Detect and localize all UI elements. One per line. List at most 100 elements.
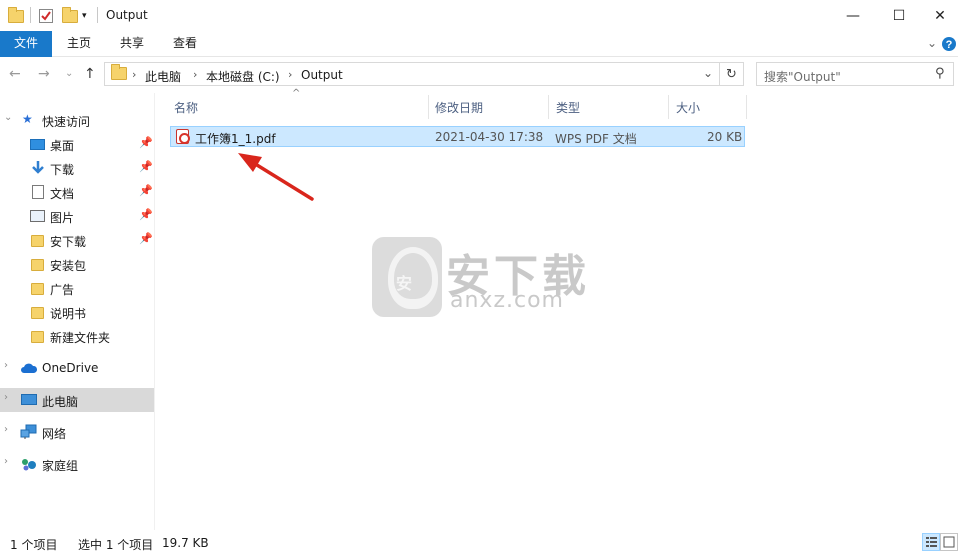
folder-icon <box>31 235 44 247</box>
customize-toolbar-icon[interactable]: ▾ <box>82 6 87 26</box>
nav-item-desktop[interactable]: 桌面 📌 <box>0 132 154 156</box>
search-box[interactable]: 搜索"Output" ⚲ <box>756 62 954 86</box>
breadcrumb-local-disk[interactable]: 本地磁盘 (C:) <box>206 68 280 85</box>
search-input[interactable]: 搜索"Output" <box>764 68 841 85</box>
expand-icon[interactable]: › <box>4 456 8 467</box>
pin-icon[interactable]: 📌 <box>139 232 153 245</box>
folder-icon <box>8 6 24 26</box>
breadcrumb-this-pc[interactable]: 此电脑 <box>145 68 181 85</box>
nav-quick-access[interactable]: ⌄ ★ 快速访问 <box>0 108 154 132</box>
network-icon <box>20 424 37 439</box>
maximize-button[interactable]: ☐ <box>876 0 922 31</box>
pin-icon[interactable]: 📌 <box>139 184 153 197</box>
column-header-name[interactable]: 名称 <box>174 99 198 123</box>
column-header-modified[interactable]: 修改日期 <box>435 99 483 123</box>
expand-icon[interactable]: › <box>4 392 8 403</box>
tab-view[interactable]: 查看 <box>164 31 206 57</box>
folder-icon <box>111 64 127 80</box>
folder-icon <box>31 307 44 319</box>
new-folder-icon[interactable] <box>62 6 78 26</box>
status-item-count: 1 个项目 <box>10 538 58 552</box>
computer-icon <box>21 394 37 405</box>
address-bar[interactable]: › 此电脑 › 本地磁盘 (C:) › Output ⌄ <box>104 62 720 86</box>
expand-icon[interactable]: › <box>4 360 8 371</box>
search-icon[interactable]: ⚲ <box>935 66 945 81</box>
nav-item-downloads[interactable]: 下载 📌 <box>0 156 154 180</box>
recent-locations-button[interactable]: ⌄ <box>65 68 73 79</box>
breadcrumb-separator[interactable]: › <box>288 68 292 81</box>
refresh-button[interactable]: ↻ <box>720 62 744 86</box>
pin-icon[interactable]: 📌 <box>139 136 153 149</box>
column-divider[interactable] <box>668 95 669 119</box>
nav-label: 新建文件夹 <box>50 331 111 345</box>
minimize-button[interactable]: — <box>830 0 876 31</box>
nav-item-pictures[interactable]: 图片 📌 <box>0 204 154 228</box>
close-button[interactable]: ✕ <box>922 0 958 31</box>
nav-label: 广告 <box>50 283 75 297</box>
folder-icon <box>31 331 44 343</box>
tab-file[interactable]: 文件 <box>0 31 52 57</box>
divider <box>97 7 98 23</box>
column-divider[interactable] <box>746 95 747 119</box>
download-icon <box>32 161 44 174</box>
help-icon[interactable]: ? <box>940 31 958 57</box>
column-divider[interactable] <box>548 95 549 119</box>
details-view-button[interactable] <box>922 533 940 551</box>
navigation-pane: ⌄ ★ 快速访问 桌面 📌 下载 📌 文档 📌 图片 📌 安下载 📌 安装包 广… <box>0 93 155 530</box>
nav-item-anxiazai[interactable]: 安下载 📌 <box>0 228 154 252</box>
nav-label: OneDrive <box>42 361 99 375</box>
column-header-size[interactable]: 大小 <box>676 99 700 123</box>
pin-icon[interactable]: 📌 <box>139 208 153 221</box>
nav-label: 说明书 <box>50 307 87 321</box>
column-divider[interactable] <box>428 95 429 119</box>
address-dropdown-button[interactable]: ⌄ <box>703 66 713 80</box>
expand-icon[interactable]: › <box>4 424 8 435</box>
column-header-type[interactable]: 类型 <box>556 99 580 123</box>
file-size: 20 KB <box>707 130 743 144</box>
breadcrumb-separator[interactable]: › <box>132 68 136 81</box>
nav-onedrive[interactable]: › OneDrive <box>0 356 154 380</box>
forward-button[interactable]: → <box>38 66 50 82</box>
nav-label: 安装包 <box>50 259 87 273</box>
collapse-icon[interactable]: ⌄ <box>4 112 12 123</box>
window-title: Output <box>106 8 148 22</box>
breadcrumb-separator[interactable]: › <box>193 68 197 81</box>
ribbon-expand-icon[interactable]: ⌄ <box>924 31 940 57</box>
back-button[interactable]: ← <box>9 66 21 82</box>
file-type: WPS PDF 文档 <box>555 132 637 146</box>
nav-network[interactable]: › 网络 <box>0 420 154 444</box>
pdf-file-icon <box>176 129 190 144</box>
file-name[interactable]: 工作簿1_1.pdf <box>195 130 276 147</box>
nav-item-documents[interactable]: 文档 📌 <box>0 180 154 204</box>
folder-icon <box>31 259 44 271</box>
help-glyph: ? <box>946 39 953 51</box>
nav-item-ads[interactable]: 广告 <box>0 276 154 300</box>
tab-home[interactable]: 主页 <box>58 31 100 57</box>
breadcrumb-output[interactable]: Output <box>301 68 343 82</box>
nav-label: 桌面 <box>50 139 75 153</box>
nav-homegroup[interactable]: › 家庭组 <box>0 452 154 476</box>
status-selected: 选中 1 个项目 <box>78 538 154 552</box>
nav-this-pc[interactable]: › 此电脑 <box>0 388 154 412</box>
file-row[interactable]: 工作簿1_1.pdf 2021-04-30 17:38 WPS PDF 文档 2… <box>170 126 745 147</box>
desktop-icon <box>30 139 45 150</box>
nav-label: 家庭组 <box>42 459 79 473</box>
tab-share[interactable]: 共享 <box>111 31 153 57</box>
star-icon: ★ <box>22 112 33 126</box>
nav-item-new-folder[interactable]: 新建文件夹 <box>0 324 154 348</box>
nav-label: 快速访问 <box>42 115 91 129</box>
properties-icon[interactable] <box>38 6 54 26</box>
watermark-logo-text: 安 <box>396 274 413 293</box>
ribbon-tabs: 文件 主页 共享 查看 ⌄ ? <box>0 31 958 57</box>
up-button[interactable]: ↑ <box>84 66 96 82</box>
pin-icon[interactable]: 📌 <box>139 160 153 173</box>
title-bar: ▾ Output — ☐ ✕ <box>0 0 958 31</box>
status-selected-size: 19.7 KB <box>162 536 209 550</box>
nav-item-installers[interactable]: 安装包 <box>0 252 154 276</box>
watermark-url: anxz.com <box>450 288 564 313</box>
nav-label: 此电脑 <box>42 395 79 409</box>
homegroup-icon <box>22 459 36 471</box>
large-icons-view-button[interactable] <box>940 533 958 551</box>
nav-item-manual[interactable]: 说明书 <box>0 300 154 324</box>
nav-label: 网络 <box>42 427 67 441</box>
